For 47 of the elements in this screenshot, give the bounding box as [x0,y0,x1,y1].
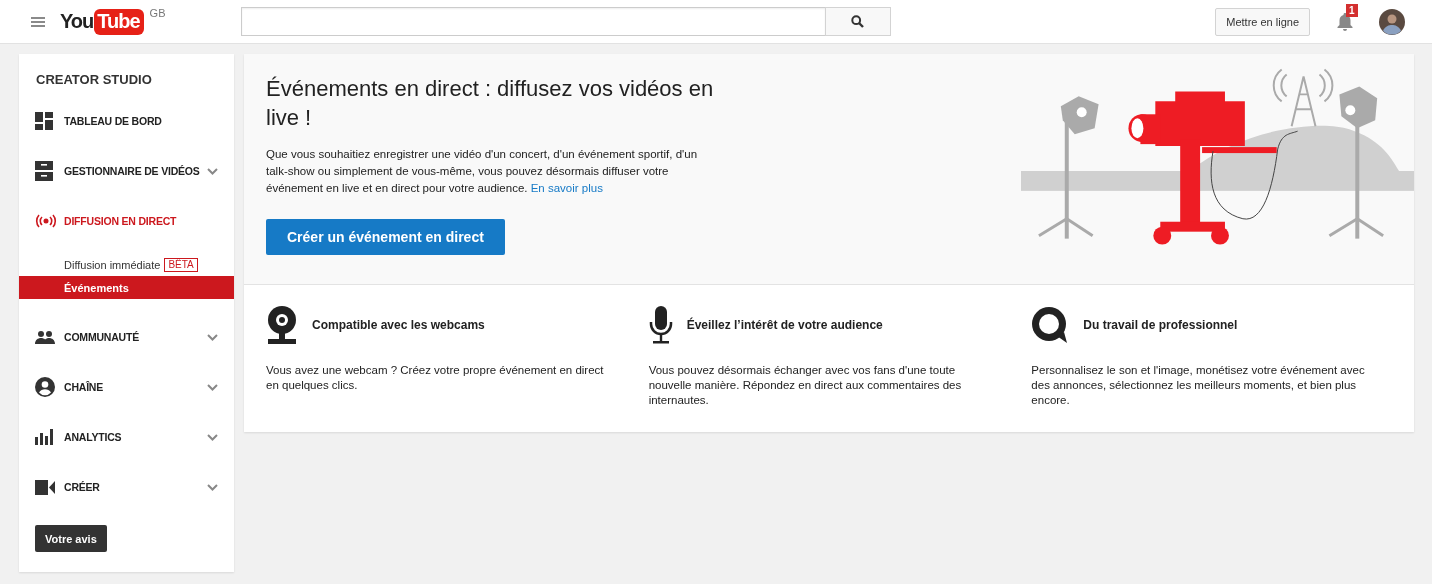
microphone-icon [648,306,673,344]
region-label: GB [149,6,166,19]
search-icon [851,15,864,28]
logo-badge[interactable]: Tube [94,8,144,35]
feature-title: Éveillez l’intérêt de votre audience [686,318,883,332]
sidebar-item[interactable]: CHAÎNE [19,377,234,397]
notification-count: 1 [1346,3,1358,17]
people-icon [35,330,55,344]
bar-chart-icon [35,429,54,445]
sidebar-item[interactable]: DIFFUSION EN DIRECT [19,211,234,231]
feature-description: Vous pouvez désormais échanger avec vos fans d'une toute nouvelle manière. Répondez en direct aux commentaires des internautes. [648,363,963,408]
chevron-down-icon[interactable] [207,483,218,491]
create-event-button[interactable]: Créer un événement en direct [266,219,505,255]
feature-title: Compatible avec les webcams [312,318,485,332]
chevron-down-icon[interactable] [207,167,218,175]
upload-button[interactable]: Mettre en ligne [1215,7,1310,36]
account-icon [35,377,55,397]
hero-title: Événements en direct : diffusez vos vidéos en live ! [266,75,715,132]
avatar[interactable] [1379,8,1405,35]
dashboard-icon [35,112,53,130]
menu-icon[interactable] [31,16,45,27]
beta-badge: BÊTA [164,257,198,272]
sidebar-item[interactable]: TABLEAU DE BORD [19,111,234,131]
sidebar-title: CREATOR STUDIO [35,72,153,87]
feature-description: Personnalisez le son et l'image, monétisez votre événement avec des annonces, sélectionnez les meilleurs moments, et bien plus encore. [1031,363,1366,408]
chevron-down-icon[interactable] [207,383,218,391]
chevron-down-icon[interactable] [207,433,218,441]
feedback-button[interactable]: Votre avis [35,525,107,552]
sidebar-item[interactable]: GESTIONNAIRE DE VIDÉOS [19,161,234,181]
search-button[interactable] [824,7,891,36]
learn-more-link[interactable]: En savoir plus [530,182,603,194]
broadcast-icon [35,214,57,228]
sidebar-item[interactable]: COMMUNAUTÉ [19,327,234,347]
chevron-down-icon[interactable] [207,333,218,341]
search-field[interactable] [240,7,825,36]
sidebar-item[interactable]: ANALYTICS [19,427,234,447]
feature-description: Vous avez une webcam ? Créez votre propre événement en direct en quelques clics. [266,363,605,393]
webcam-icon [266,306,298,344]
sidebar-item[interactable]: CRÉER [19,477,234,497]
submenu-item[interactable]: Événements [64,281,129,294]
feature-title: Du travail de professionnel [1083,318,1238,332]
hero-description: Que vous souhaitiez enregistrer une vidéo d'un concert, d'un événement sportif, d'un talk-show ou simplement de vous-même, vous pouvez désormais diffuser votre événement en live et en direct pour votre audience. En savoir plus [266,147,699,196]
logo-text[interactable]: You [60,10,94,33]
speech-bubble-icon [1031,306,1070,344]
video-camera-icon [35,479,55,495]
drawer-icon [35,161,53,181]
submenu-item[interactable]: Diffusion immédiate [64,258,161,271]
